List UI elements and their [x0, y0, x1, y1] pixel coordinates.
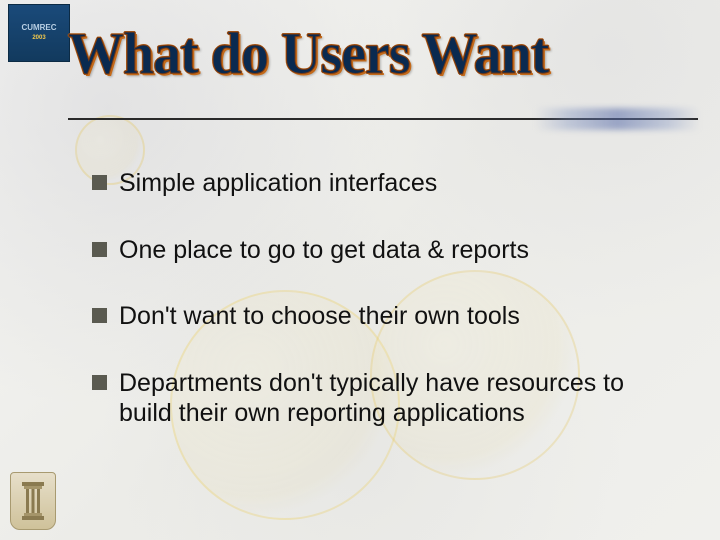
crest-logo: [10, 472, 56, 530]
bullet-square-icon: [92, 242, 107, 257]
title-container: What do Users Want: [68, 22, 548, 86]
bullet-square-icon: [92, 375, 107, 390]
bullet-text: Simple application interfaces: [119, 168, 680, 199]
bullet-square-icon: [92, 175, 107, 190]
list-item: Simple application interfaces: [92, 168, 680, 199]
conference-logo: CUMREC 2003: [8, 4, 70, 62]
pillar-icon: [18, 480, 48, 522]
list-item: One place to go to get data & reports: [92, 235, 680, 266]
logo-text-line1: CUMREC: [21, 24, 56, 33]
slide: CUMREC 2003 What do Users Want Simple ap…: [0, 0, 720, 540]
list-item: Don't want to choose their own tools: [92, 301, 680, 332]
bullet-text: One place to go to get data & reports: [119, 235, 680, 266]
slide-title: What do Users Want: [68, 20, 548, 87]
decorative-blur-bar: [535, 108, 700, 130]
list-item: Departments don't typically have resourc…: [92, 368, 680, 429]
bullet-square-icon: [92, 308, 107, 323]
bullet-text: Departments don't typically have resourc…: [119, 368, 680, 429]
logo-text-line2: 2003: [32, 35, 45, 42]
bullet-list: Simple application interfaces One place …: [92, 168, 680, 465]
bullet-text: Don't want to choose their own tools: [119, 301, 680, 332]
